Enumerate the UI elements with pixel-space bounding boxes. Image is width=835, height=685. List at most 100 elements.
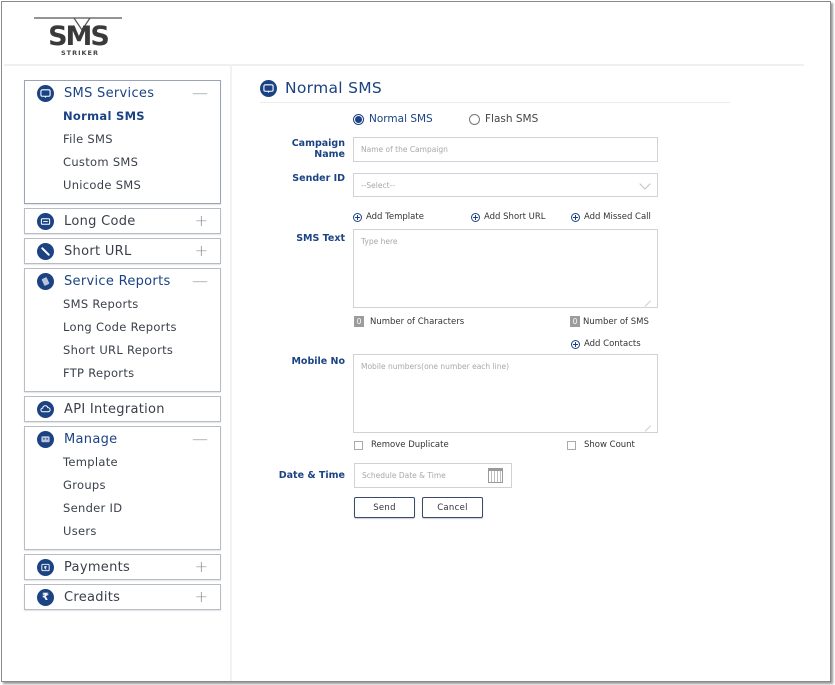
- radio-selected-icon: [353, 113, 364, 125]
- svg-text:₹: ₹: [44, 565, 47, 571]
- add-contacts-link[interactable]: Add Contacts: [571, 339, 641, 349]
- app-window: SMS STRIKER SMS Services — Normal SMS Fi…: [1, 1, 831, 682]
- sidebar-section-header-manage[interactable]: Manage —: [25, 427, 220, 451]
- send-button[interactable]: Send: [354, 497, 415, 518]
- mobile-no-placeholder: Mobile numbers(one number each line): [361, 362, 510, 371]
- sidebar-divider: [230, 66, 232, 681]
- sidebar-item-normal-sms[interactable]: Normal SMS: [63, 105, 220, 128]
- sidebar-item-unicode-sms[interactable]: Unicode SMS: [63, 174, 220, 197]
- radio-flash-sms[interactable]: Flash SMS: [469, 113, 538, 125]
- monitor-icon: [37, 430, 54, 448]
- svg-text:SMS: SMS: [48, 21, 108, 52]
- sidebar-item-file-sms[interactable]: File SMS: [63, 128, 220, 151]
- sidebar-section-label: Payments: [64, 559, 131, 575]
- resize-handle[interactable]: [644, 300, 656, 312]
- sms-striker-logo: SMS STRIKER: [34, 17, 122, 57]
- date-time-placeholder: Schedule Date & Time: [362, 471, 446, 480]
- collapse-icon[interactable]: —: [192, 83, 208, 102]
- checkbox-icon: [354, 440, 363, 450]
- sidebar-section-service-reports: Service Reports — SMS Reports Long Code …: [24, 268, 221, 392]
- character-count-label: Number of Characters: [370, 316, 465, 327]
- link-icon: [37, 242, 54, 260]
- sms-text-input[interactable]: Type here: [353, 229, 658, 312]
- campaign-name-label: Campaign Name: [291, 138, 345, 160]
- sidebar-section-manage: Manage — Template Groups Sender ID Users: [24, 426, 221, 550]
- add-missed-call-link[interactable]: Add Missed Call: [571, 212, 651, 222]
- rupee-icon: ₹: [37, 588, 54, 606]
- sms-count-value: 0: [570, 316, 580, 327]
- plus-circle-icon: [571, 212, 580, 222]
- sidebar-section-header-creadits[interactable]: ₹ Creadits +: [25, 585, 220, 609]
- sidebar-item-template[interactable]: Template: [63, 451, 220, 474]
- sms-text-label: SMS Text: [296, 233, 345, 244]
- add-short-url-link[interactable]: Add Short URL: [471, 212, 546, 222]
- sidebar-section-label: Creadits: [64, 589, 121, 605]
- expand-icon[interactable]: +: [195, 241, 208, 260]
- resize-handle[interactable]: [644, 425, 656, 437]
- collapse-icon[interactable]: —: [192, 271, 208, 290]
- sidebar-item-long-code-reports[interactable]: Long Code Reports: [63, 316, 220, 339]
- sidebar-section-label: API Integration: [64, 401, 165, 417]
- expand-icon[interactable]: +: [195, 587, 208, 606]
- checkbox-icon: [567, 440, 576, 450]
- chevron-down-icon: [639, 178, 651, 190]
- page-header: Normal SMS: [260, 76, 730, 100]
- sidebar-section-label: Long Code: [64, 213, 136, 229]
- main-content: Normal SMS: [260, 76, 730, 103]
- date-time-input[interactable]: Schedule Date & Time: [354, 463, 512, 488]
- sidebar-section-header-long-code[interactable]: Long Code +: [25, 209, 220, 233]
- sidebar-section-header-api-integration[interactable]: API Integration: [25, 397, 220, 421]
- sidebar-item-groups[interactable]: Groups: [63, 474, 220, 497]
- sidebar-section-long-code: Long Code +: [24, 208, 221, 234]
- sidebar-section-label: Service Reports: [64, 273, 171, 289]
- sidebar-item-ftp-reports[interactable]: FTP Reports: [63, 362, 220, 385]
- character-counter: 0 Number of Characters: [354, 316, 464, 327]
- sidebar-section-header-short-url[interactable]: Short URL +: [25, 239, 220, 263]
- sidebar-item-users[interactable]: Users: [63, 520, 220, 543]
- long-code-icon: [37, 212, 54, 230]
- sms-count-label: Number of SMS: [583, 316, 649, 327]
- date-time-label: Date & Time: [278, 470, 345, 481]
- collapse-icon[interactable]: —: [192, 429, 208, 448]
- title-divider: [260, 102, 730, 103]
- chat-bubble-icon: [37, 84, 54, 102]
- plus-circle-icon: [571, 339, 580, 349]
- add-template-link[interactable]: Add Template: [353, 212, 424, 222]
- character-count-value: 0: [354, 316, 364, 327]
- sms-text-placeholder: Type here: [361, 237, 398, 246]
- calendar-icon[interactable]: [488, 468, 503, 483]
- sidebar-item-sms-reports[interactable]: SMS Reports: [63, 293, 220, 316]
- reports-icon: [37, 272, 54, 290]
- campaign-name-placeholder: Name of the Campaign: [361, 145, 448, 154]
- cancel-button[interactable]: Cancel: [422, 497, 483, 518]
- sidebar-section-label: Manage: [64, 431, 118, 447]
- expand-icon[interactable]: +: [195, 211, 208, 230]
- cloud-icon: [37, 400, 54, 418]
- sender-id-selected: --Select--: [361, 180, 395, 190]
- expand-icon[interactable]: +: [195, 557, 208, 576]
- sidebar-section-header-sms-services[interactable]: SMS Services —: [25, 81, 220, 105]
- sidebar: SMS Services — Normal SMS File SMS Custo…: [24, 80, 221, 614]
- mobile-no-input[interactable]: Mobile numbers(one number each line): [353, 354, 658, 437]
- sender-id-select[interactable]: --Select--: [353, 173, 658, 197]
- show-count-checkbox[interactable]: Show Count: [567, 440, 635, 450]
- campaign-name-input[interactable]: Name of the Campaign: [353, 137, 658, 162]
- sidebar-section-header-service-reports[interactable]: Service Reports —: [25, 269, 220, 293]
- sidebar-section-label: SMS Services: [64, 85, 155, 101]
- sidebar-section-header-payments[interactable]: ₹ Payments +: [25, 555, 220, 579]
- plus-circle-icon: [353, 212, 362, 222]
- sidebar-section-payments: ₹ Payments +: [24, 554, 221, 580]
- sidebar-item-sender-id[interactable]: Sender ID: [63, 497, 220, 520]
- page-title: Normal SMS: [285, 79, 383, 97]
- sidebar-item-custom-sms[interactable]: Custom SMS: [63, 151, 220, 174]
- sidebar-section-label: Short URL: [64, 243, 132, 259]
- remove-duplicate-checkbox[interactable]: Remove Duplicate: [354, 440, 449, 450]
- mobile-no-label: Mobile No: [291, 356, 345, 367]
- sidebar-item-short-url-reports[interactable]: Short URL Reports: [63, 339, 220, 362]
- svg-text:STRIKER: STRIKER: [61, 49, 99, 57]
- radio-normal-sms[interactable]: Normal SMS: [353, 113, 433, 125]
- chat-bubble-icon: [260, 79, 277, 97]
- plus-circle-icon: [471, 212, 480, 222]
- sidebar-section-short-url: Short URL +: [24, 238, 221, 264]
- radio-unselected-icon: [469, 113, 480, 125]
